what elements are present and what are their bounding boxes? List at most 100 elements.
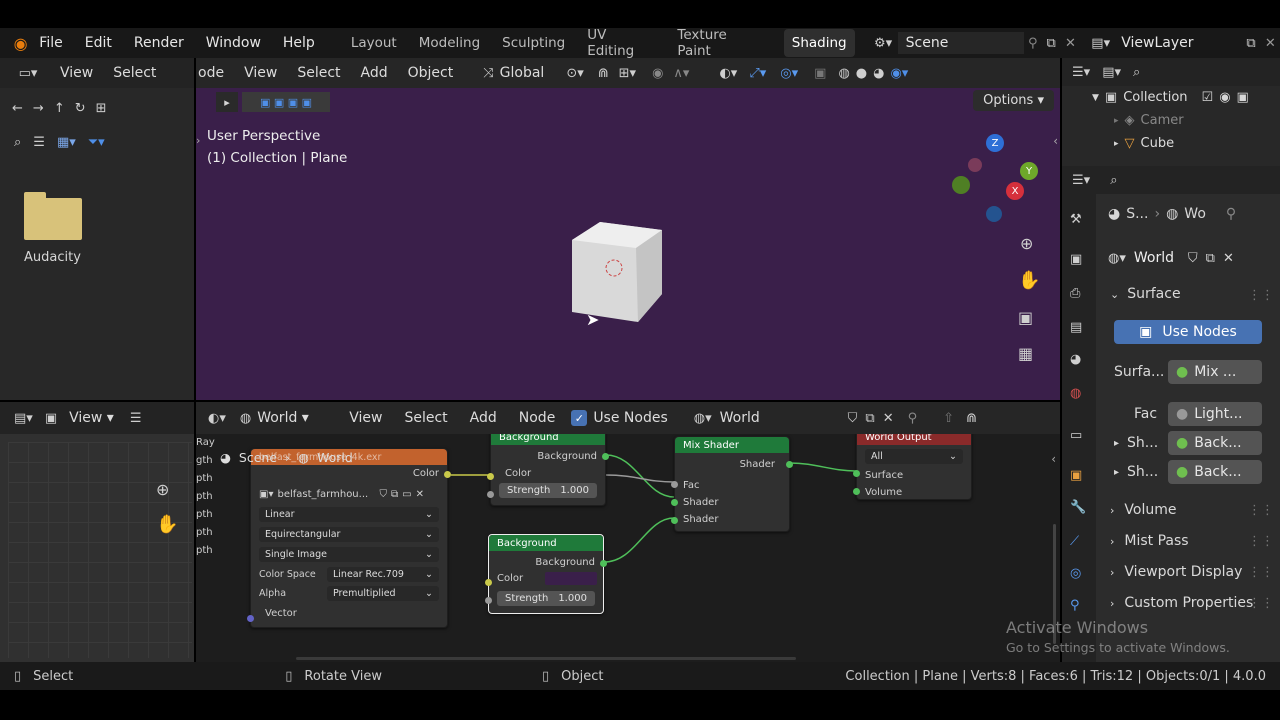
tab-sculpting[interactable]: Sculpting	[502, 35, 565, 51]
projection-select[interactable]: Equirectangular ⌄	[259, 527, 439, 542]
camera-icon[interactable]: ▣	[1237, 90, 1249, 105]
checkbox-icon[interactable]: ☑	[1202, 90, 1214, 105]
gizmo-y-axis[interactable]: Y	[1020, 162, 1038, 180]
input-socket[interactable]	[853, 470, 860, 477]
close-scene-icon[interactable]: ✕	[1061, 36, 1080, 51]
blender-logo-icon[interactable]: ◉	[10, 34, 31, 53]
tab-modeling[interactable]: Modeling	[419, 35, 480, 51]
input-socket[interactable]	[487, 473, 494, 480]
unlink-world-icon[interactable]: ✕	[1223, 251, 1234, 266]
transform-orientation-icon[interactable]: ⤨	[483, 66, 493, 81]
outliner-row[interactable]: ▼ ▣ Collection ☑ ◉ ▣	[1062, 86, 1280, 109]
tab-layout[interactable]: Layout	[351, 35, 397, 51]
camera-view-icon[interactable]: ▣	[1018, 308, 1033, 327]
shader2-value[interactable]: ● Back...	[1168, 460, 1262, 484]
gizmo-neg-x[interactable]	[968, 158, 982, 172]
world-name[interactable]: World	[1134, 250, 1180, 266]
xray-icon[interactable]: ▣	[814, 66, 826, 81]
select-box-icon[interactable]: ▣ ▣ ▣ ▣	[242, 92, 330, 112]
display-mode-icon[interactable]: ▤▾	[1102, 65, 1121, 80]
node-select-menu[interactable]: Select	[404, 410, 447, 426]
parent-node-tree-icon[interactable]: ⇧	[943, 411, 954, 426]
input-socket[interactable]	[853, 488, 860, 495]
shader1-label[interactable]: ▸ Sh...	[1114, 435, 1158, 451]
output-socket[interactable]	[600, 560, 607, 567]
proportional-edit-icon[interactable]: ◉	[652, 66, 663, 81]
outliner-row[interactable]: ▸ ▽ Cube	[1062, 132, 1280, 155]
render-tab-icon[interactable]: ▣	[1070, 252, 1082, 267]
strength-field[interactable]: Strength 1.000	[497, 591, 595, 606]
view-layer-tab-icon[interactable]: ▤	[1070, 320, 1082, 335]
collection-tab-icon[interactable]: ▭	[1070, 428, 1082, 443]
image-editor-type-icon[interactable]: ▤▾	[14, 411, 33, 426]
input-socket[interactable]	[671, 499, 678, 506]
file-select-menu[interactable]: Select	[113, 65, 156, 81]
falloff-icon[interactable]: ∧▾	[673, 66, 689, 81]
scene-name[interactable]: Scene	[897, 32, 1025, 54]
unlink-icon[interactable]: ✕	[416, 489, 424, 500]
node-editor-type-icon[interactable]: ◐▾	[208, 411, 226, 426]
scene-icon[interactable]: ⚙▾	[869, 36, 898, 51]
input-socket[interactable]	[671, 481, 678, 488]
scene-tab-icon[interactable]: ◕	[1070, 352, 1081, 367]
image-canvas[interactable]	[8, 442, 192, 658]
gizmo-x-axis[interactable]: X	[1006, 182, 1024, 200]
mode-select[interactable]: ode	[198, 65, 224, 81]
material-shading-icon[interactable]: ◕	[873, 66, 884, 81]
world-tab-icon[interactable]: ◍	[1070, 386, 1081, 401]
modifier-tab-icon[interactable]: 🔧	[1070, 500, 1086, 515]
folder-tile[interactable]: Audacity	[24, 192, 82, 265]
file-view-menu[interactable]: View	[60, 65, 93, 81]
pin-icon[interactable]: ⚲	[1226, 206, 1236, 222]
shader-type-select[interactable]: World ▾	[257, 410, 331, 426]
thumbnail-view-icon[interactable]: ▦▾	[57, 135, 76, 150]
view-layer-icon[interactable]: ▤▾	[1086, 36, 1115, 51]
visibility-icon[interactable]: ◐▾	[719, 66, 737, 81]
duplicate-icon[interactable]: ⧉	[865, 411, 874, 426]
tool-toggle-icon[interactable]: ▸	[216, 92, 238, 112]
mix-shader-node[interactable]: Mix Shader Shader Fac Shader Shader	[671, 436, 793, 532]
input-socket[interactable]	[487, 491, 494, 498]
object-tab-icon[interactable]: ▣	[1070, 468, 1082, 483]
source-select[interactable]: Single Image ⌄	[259, 547, 439, 562]
shader-type-icon[interactable]: ◍	[240, 411, 251, 426]
tab-texture-paint[interactable]: Texture Paint	[677, 27, 761, 59]
world-selector[interactable]: ◍▾ World ⛉ ⧉ ✕	[1108, 246, 1272, 270]
node-editor-canvas[interactable]: Ray gth pth pth pth pth pth ◕ Scene › ◍ …	[196, 434, 1060, 662]
constraints-tab-icon[interactable]: ⚲	[1070, 598, 1080, 613]
background-node[interactable]: Background Background Color Strength 1.00…	[487, 434, 609, 506]
viewport-add-menu[interactable]: Add	[361, 65, 388, 81]
wireframe-shading-icon[interactable]: ◍	[838, 66, 849, 81]
surface-panel-header[interactable]: ⌄ Surface	[1110, 286, 1270, 302]
use-nodes-checkbox[interactable]: ✓	[571, 410, 588, 426]
pin-icon[interactable]: ⚲	[908, 411, 918, 426]
target-select[interactable]: All ⌄	[865, 449, 963, 464]
pin-icon[interactable]: ⚲	[1024, 36, 1041, 51]
interpolation-select[interactable]: Linear ⌄	[259, 507, 439, 522]
drag-handle-icon[interactable]: ⋮⋮	[1248, 596, 1274, 611]
3d-viewport[interactable]: ▸ ▣ ▣ ▣ ▣ Options ▾ User Perspective (1)…	[196, 88, 1060, 400]
world-browse-icon[interactable]: ◍▾	[1108, 251, 1126, 266]
use-nodes-label[interactable]: Use Nodes	[593, 410, 667, 426]
editor-type-icon[interactable]: ▭▾	[10, 66, 46, 81]
parent-dir-icon[interactable]: ↑	[54, 101, 65, 116]
node-node-menu[interactable]: Node	[519, 410, 556, 426]
pan-hand-icon[interactable]: ✋	[1018, 270, 1040, 291]
fake-user-icon[interactable]: ⛉	[379, 489, 387, 500]
viewport-view-menu[interactable]: View	[244, 65, 277, 81]
input-socket[interactable]	[485, 579, 492, 586]
output-socket[interactable]	[602, 453, 609, 460]
zoom-icon[interactable]: ⊕	[156, 480, 169, 499]
refresh-icon[interactable]: ↻	[75, 101, 86, 116]
shader2-label[interactable]: ▸ Sh...	[1114, 464, 1158, 480]
fake-user-icon[interactable]: ⛉	[848, 411, 858, 426]
background-node-selected[interactable]: Background Background Color Strength 1.00…	[485, 534, 607, 614]
input-socket[interactable]	[485, 597, 492, 604]
drag-handle-icon[interactable]: ⋮⋮	[1248, 288, 1274, 303]
filter-icon[interactable]: ⏷▾	[88, 135, 105, 150]
chevron-right-icon[interactable]: ›	[196, 134, 200, 147]
particles-tab-icon[interactable]: ⟋	[1070, 534, 1079, 549]
surface-value[interactable]: ● Mix ...	[1168, 360, 1262, 384]
list-view-icon[interactable]: ☰	[33, 135, 45, 150]
use-nodes-button[interactable]: ▣ Use Nodes	[1114, 320, 1262, 344]
